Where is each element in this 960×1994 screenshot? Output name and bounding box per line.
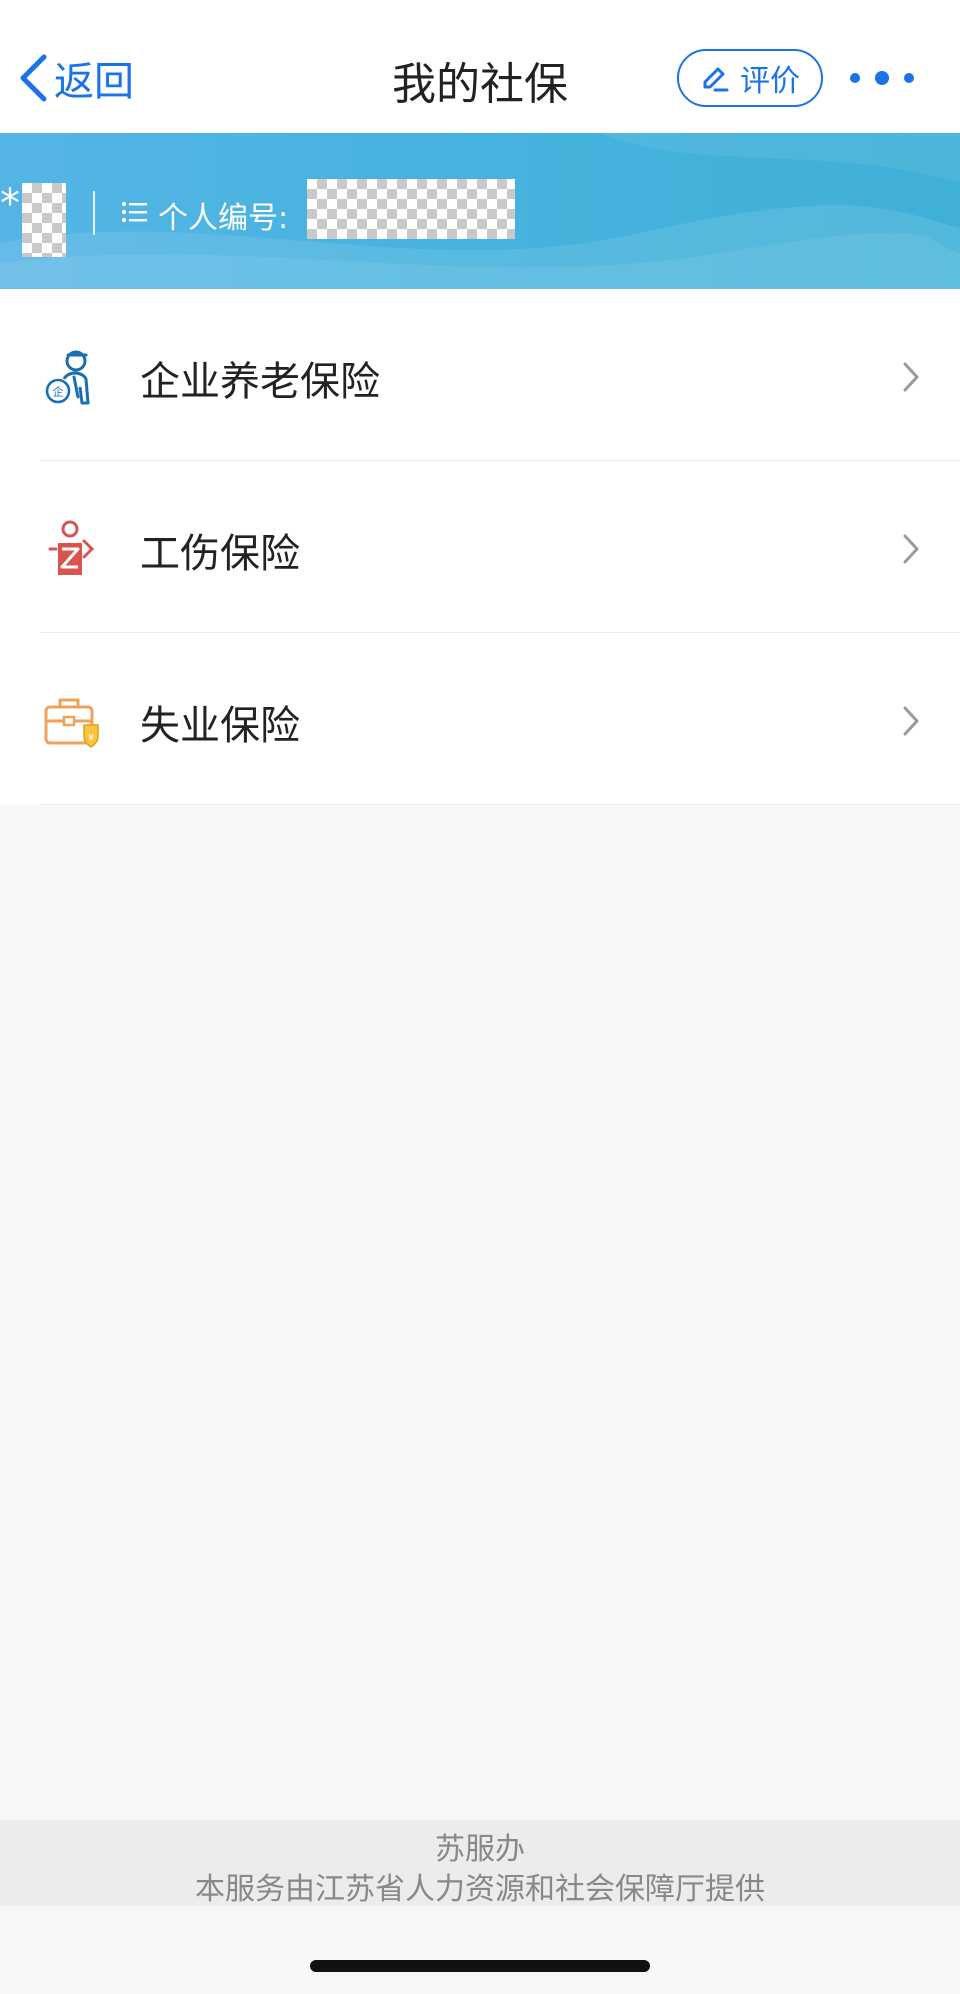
user-name-redacted xyxy=(22,183,66,257)
more-options-button[interactable] xyxy=(850,56,914,100)
chevron-right-icon xyxy=(903,706,919,736)
chevron-right-icon xyxy=(903,534,919,564)
top-nav-bar: 返回 我的社保 评价 xyxy=(0,0,960,133)
more-dot-icon xyxy=(875,71,889,85)
chevron-left-icon xyxy=(20,54,47,102)
list-icon xyxy=(121,201,147,223)
back-button[interactable]: 返回 xyxy=(18,50,134,106)
svg-text:企: 企 xyxy=(53,385,64,399)
insurance-label: 工伤保险 xyxy=(140,531,300,577)
insurance-label: 企业养老保险 xyxy=(140,359,380,405)
personal-id-redacted xyxy=(307,179,515,239)
footer-brand: 苏服办 xyxy=(435,1832,525,1867)
list-item-work-injury-insurance[interactable]: 工伤保险 xyxy=(0,461,960,633)
list-item-unemployment-insurance[interactable]: ¥ 失业保险 xyxy=(0,633,960,805)
user-info-banner: * 个人编号: xyxy=(0,133,960,289)
footer-provider-note: 本服务由江苏省人力资源和社会保障厅提供 xyxy=(195,1872,765,1907)
more-dot-icon xyxy=(850,73,860,83)
insurance-label: 失业保险 xyxy=(140,703,300,749)
rate-label: 评价 xyxy=(740,64,800,99)
list-item-pension-insurance[interactable]: 企 企业养老保险 xyxy=(0,289,960,461)
rate-button[interactable]: 评价 xyxy=(677,49,823,107)
banner-divider xyxy=(93,191,95,235)
list-divider xyxy=(40,804,960,805)
unemployment-insurance-icon: ¥ xyxy=(44,698,99,748)
svg-text:¥: ¥ xyxy=(88,734,94,744)
chevron-right-icon xyxy=(903,362,919,392)
pencil-icon xyxy=(703,67,729,92)
more-dot-icon xyxy=(904,73,914,83)
back-label: 返回 xyxy=(54,59,134,105)
work-injury-insurance-icon xyxy=(48,520,95,575)
user-name-prefix: * xyxy=(0,181,20,227)
pension-insurance-icon: 企 xyxy=(45,350,90,405)
personal-id-label: 个人编号: xyxy=(158,201,289,236)
home-indicator[interactable] xyxy=(310,1960,650,1972)
insurance-list: 企 企业养老保险 工伤保险 ¥ 失业保险 xyxy=(0,289,960,805)
footer: 苏服办 本服务由江苏省人力资源和社会保障厅提供 xyxy=(0,1820,960,1907)
